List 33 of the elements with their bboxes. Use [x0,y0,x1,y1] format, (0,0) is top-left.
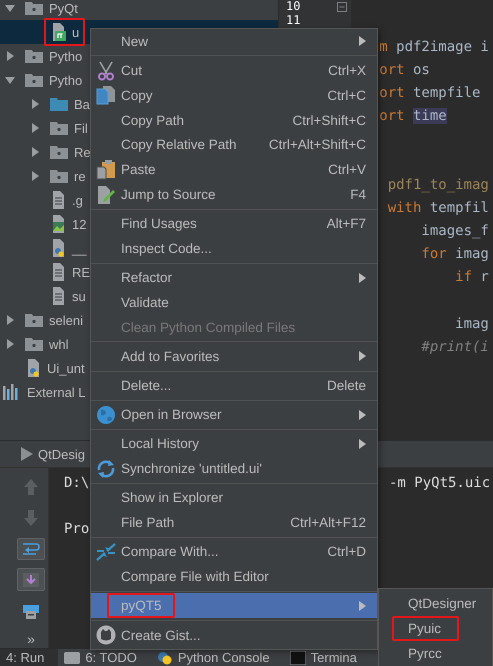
console-text: -m PyQt5.uic [389,474,490,490]
code-text: with [388,200,422,216]
line-number: 10 [286,0,300,14]
code-comment: #print(i [421,338,489,355]
code-text: os [413,62,430,78]
code-text: time [413,108,447,124]
code-text: imag [455,316,489,332]
code-text: tempfile [413,84,480,101]
shortcut-label: F4 [350,187,366,202]
shortcut-label: Alt+F7 [326,216,366,232]
code-text: r [480,269,489,286]
code-text: imag [455,246,489,262]
shortcut-label: Ctrl+X [328,63,366,78]
code-text: tempfil [430,200,489,216]
code-text: ort [379,84,405,101]
shortcut-label: Ctrl+Shift+C [292,112,366,128]
code-text: m [379,38,388,55]
console-text: Pro [64,520,90,536]
code-text: if [455,269,472,286]
console-text: D:\ [64,474,90,490]
code-text: ort [379,108,405,124]
code-text: pdf2image i [396,38,489,55]
shortcut-label: Ctrl+Alt+F12 [290,515,366,530]
code-text: for [421,246,447,262]
shortcut-label: Ctrl+D [327,544,366,560]
line-number: 11 [286,14,300,27]
shortcut-label: Ctrl+C [327,88,366,103]
code-text: pdf1_to_imag [388,177,489,194]
code-text: ort [379,62,405,78]
shortcut-label: Ctrl+Alt+Shift+C [268,137,366,152]
code-text: images_f [421,223,489,240]
shortcut-label: Ctrl+V [328,162,366,178]
shortcut-label: Delete [326,378,366,394]
